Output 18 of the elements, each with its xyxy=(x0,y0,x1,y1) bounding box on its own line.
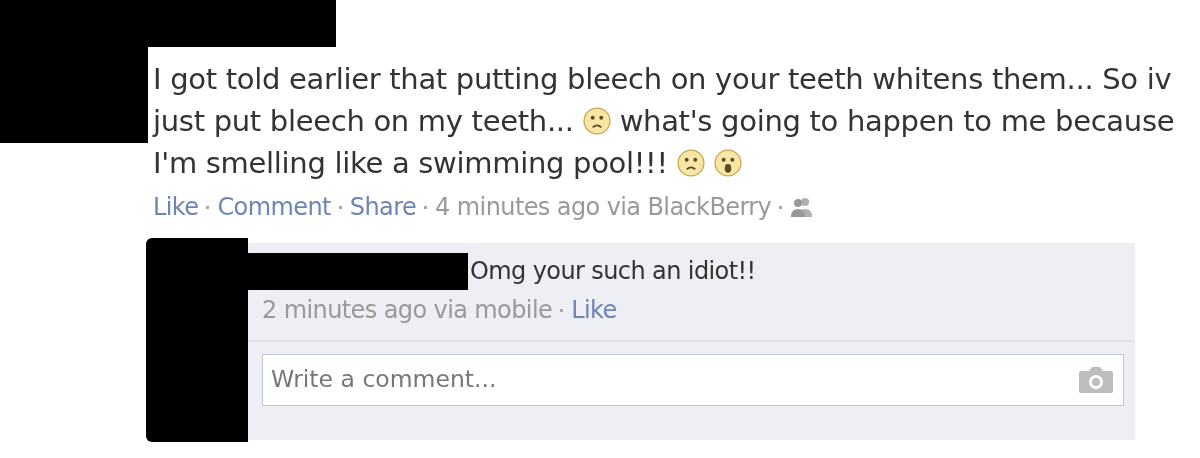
post-text: I got told earlier that putting bleech on your teeth whitens them... So iv xyxy=(153,61,1172,98)
comment-timestamp: 2 minutes ago via mobile xyxy=(262,295,553,325)
like-link[interactable]: Like xyxy=(571,295,617,325)
camera-icon[interactable] xyxy=(1077,365,1115,395)
post-timestamp: 4 minutes ago via BlackBerry xyxy=(435,192,772,222)
action-link[interactable]: Comment xyxy=(217,192,331,222)
comment-input-text[interactable]: Write a comment... xyxy=(271,362,1077,398)
action-link[interactable]: Share xyxy=(349,192,417,222)
post-text: I'm smelling like a swimming pool!!! xyxy=(153,145,668,182)
people-icon[interactable] xyxy=(790,196,815,218)
sad-face-icon xyxy=(676,149,705,177)
post-text: just put bleech on my teeth... xyxy=(153,103,574,140)
comment-input[interactable]: Write a comment... xyxy=(262,354,1124,406)
post-text: what's going to happen to me because xyxy=(619,103,1175,140)
sad-face-icon xyxy=(582,107,611,135)
action-link[interactable]: Like xyxy=(153,192,199,222)
comment-text: Omg your such an idiot!! xyxy=(470,257,756,285)
shocked-face-icon xyxy=(713,149,742,177)
